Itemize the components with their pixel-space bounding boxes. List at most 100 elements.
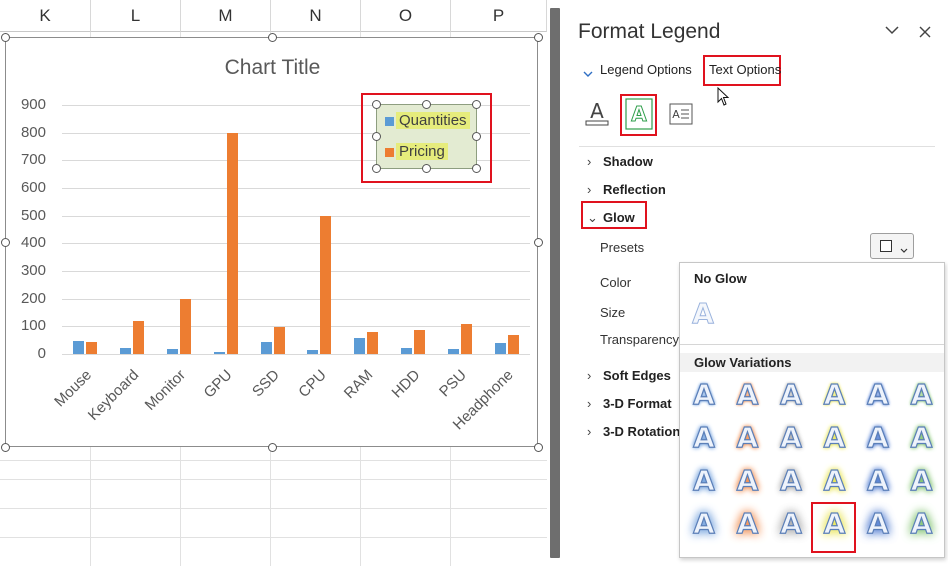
glow-option-2-6[interactable]: A [902,419,942,457]
chevron-right-icon: › [587,182,592,197]
glow-option-3-6[interactable]: A [902,462,942,500]
no-glow-option[interactable]: A [683,295,723,333]
section-3d-rotation[interactable]: › 3-D Rotation [587,424,680,439]
bar-pricing-headphone[interactable] [507,335,519,354]
section-label: Shadow [603,154,653,169]
y-tick-label: 900 [20,96,46,113]
bar-quantities-psu[interactable] [447,349,459,354]
bar-quantities-headphone[interactable] [494,343,506,354]
chevron-down-icon[interactable] [885,22,899,40]
glow-option-4-1[interactable]: A [684,505,724,543]
bar-quantities-gpu[interactable] [213,351,225,354]
chevron-down-icon [900,241,908,259]
glow-option-1-6[interactable]: A [902,376,942,414]
legend-handle[interactable] [472,164,481,173]
gridline [62,326,530,328]
text-fill-outline-icon[interactable]: A [583,98,611,128]
bar-pricing-ssd[interactable] [273,326,285,354]
column-header-l[interactable]: L [91,0,181,32]
glow-option-2-5[interactable]: A [858,419,898,457]
glow-option-4-5[interactable]: A [858,505,898,543]
tab-text-options[interactable]: Text Options [709,62,781,77]
bar-quantities-ram[interactable] [354,337,366,354]
glow-option-1-2[interactable]: A [728,376,768,414]
section-glow[interactable]: ⌄ Glow [587,210,635,226]
glow-option-3-1[interactable]: A [684,462,724,500]
glow-option-4-3[interactable]: A [771,505,811,543]
section-shadow[interactable]: › Shadow [587,154,653,169]
glow-option-2-3[interactable]: A [771,419,811,457]
legend-entry-quantities[interactable]: Quantities [396,112,470,129]
section-reflection[interactable]: › Reflection [587,182,666,197]
text-effects-icon[interactable]: A [625,98,653,130]
glow-option-3-3[interactable]: A [771,462,811,500]
close-icon[interactable] [919,25,931,43]
resize-handle[interactable] [1,443,10,452]
y-tick-label: 100 [20,317,46,335]
legend-handle[interactable] [472,132,481,141]
glow-option-1-1[interactable]: A [684,376,724,414]
bar-pricing-mouse[interactable] [86,341,98,354]
bar-pricing-psu[interactable] [460,323,472,354]
legend-handle[interactable] [372,164,381,173]
presets-dropdown[interactable] [870,233,914,259]
legend-handle[interactable] [372,132,381,141]
glow-variations-heading: Glow Variations [680,353,944,372]
bar-pricing-monitor[interactable] [180,298,191,354]
bar-pricing-keyboard[interactable] [133,320,145,354]
chevron-right-icon: › [587,424,592,439]
bar-pricing-gpu[interactable] [226,132,238,354]
section-3d-format[interactable]: › 3-D Format [587,396,672,411]
tab-legend-options[interactable]: Legend Options [600,62,692,77]
chevron-right-icon: › [587,396,592,411]
resize-handle[interactable] [534,33,543,42]
glow-option-1-5[interactable]: A [858,376,898,414]
y-tick-label: 200 [20,289,46,307]
legend-handle[interactable] [372,100,381,109]
bar-quantities-monitor[interactable] [167,349,178,354]
glow-option-1-4[interactable]: A [815,376,855,414]
resize-handle[interactable] [534,238,543,247]
bar-quantities-hdd[interactable] [401,348,412,354]
grid-line [0,460,547,461]
resize-handle[interactable] [268,443,277,452]
glow-option-3-5[interactable]: A [858,462,898,500]
textbox-icon[interactable]: A [669,103,693,125]
bar-quantities-cpu[interactable] [307,350,319,354]
column-header-n[interactable]: N [271,0,361,32]
bar-quantities-mouse[interactable] [73,340,85,354]
bar-quantities-ssd[interactable] [260,341,272,354]
glow-option-3-4[interactable]: A [815,462,855,500]
resize-handle[interactable] [268,33,277,42]
legend-handle[interactable] [422,164,431,173]
glow-option-1-3[interactable]: A [771,376,811,414]
resize-handle[interactable] [1,238,10,247]
bar-quantities-keyboard[interactable] [120,348,132,354]
column-header-o[interactable]: O [361,0,451,32]
chevron-down-icon [583,65,593,83]
size-label: Size [600,305,626,320]
legend-swatch-quantities [385,117,394,126]
resize-handle[interactable] [1,33,10,42]
legend-entry-pricing[interactable]: Pricing [396,143,448,160]
column-header-p[interactable]: P [451,0,547,32]
section-soft-edges[interactable]: › Soft Edges [587,368,671,383]
scrollbar-thumb[interactable] [550,8,560,558]
bar-pricing-hdd[interactable] [414,329,425,354]
resize-handle[interactable] [534,443,543,452]
bar-pricing-ram[interactable] [367,331,379,354]
color-label: Color [600,275,632,290]
column-header-k[interactable]: K [0,0,91,32]
legend-swatch-pricing [385,148,394,157]
glow-option-2-4[interactable]: A [815,419,855,457]
column-header-m[interactable]: M [181,0,271,32]
legend-handle[interactable] [422,100,431,109]
glow-option-4-2[interactable]: A [728,505,768,543]
vertical-scrollbar[interactable] [547,0,565,566]
glow-option-4-6[interactable]: A [902,505,942,543]
bar-pricing-cpu[interactable] [320,215,332,354]
glow-option-3-2[interactable]: A [728,462,768,500]
legend-handle[interactable] [472,100,481,109]
glow-option-2-1[interactable]: A [684,419,724,457]
glow-option-2-2[interactable]: A [728,419,768,457]
